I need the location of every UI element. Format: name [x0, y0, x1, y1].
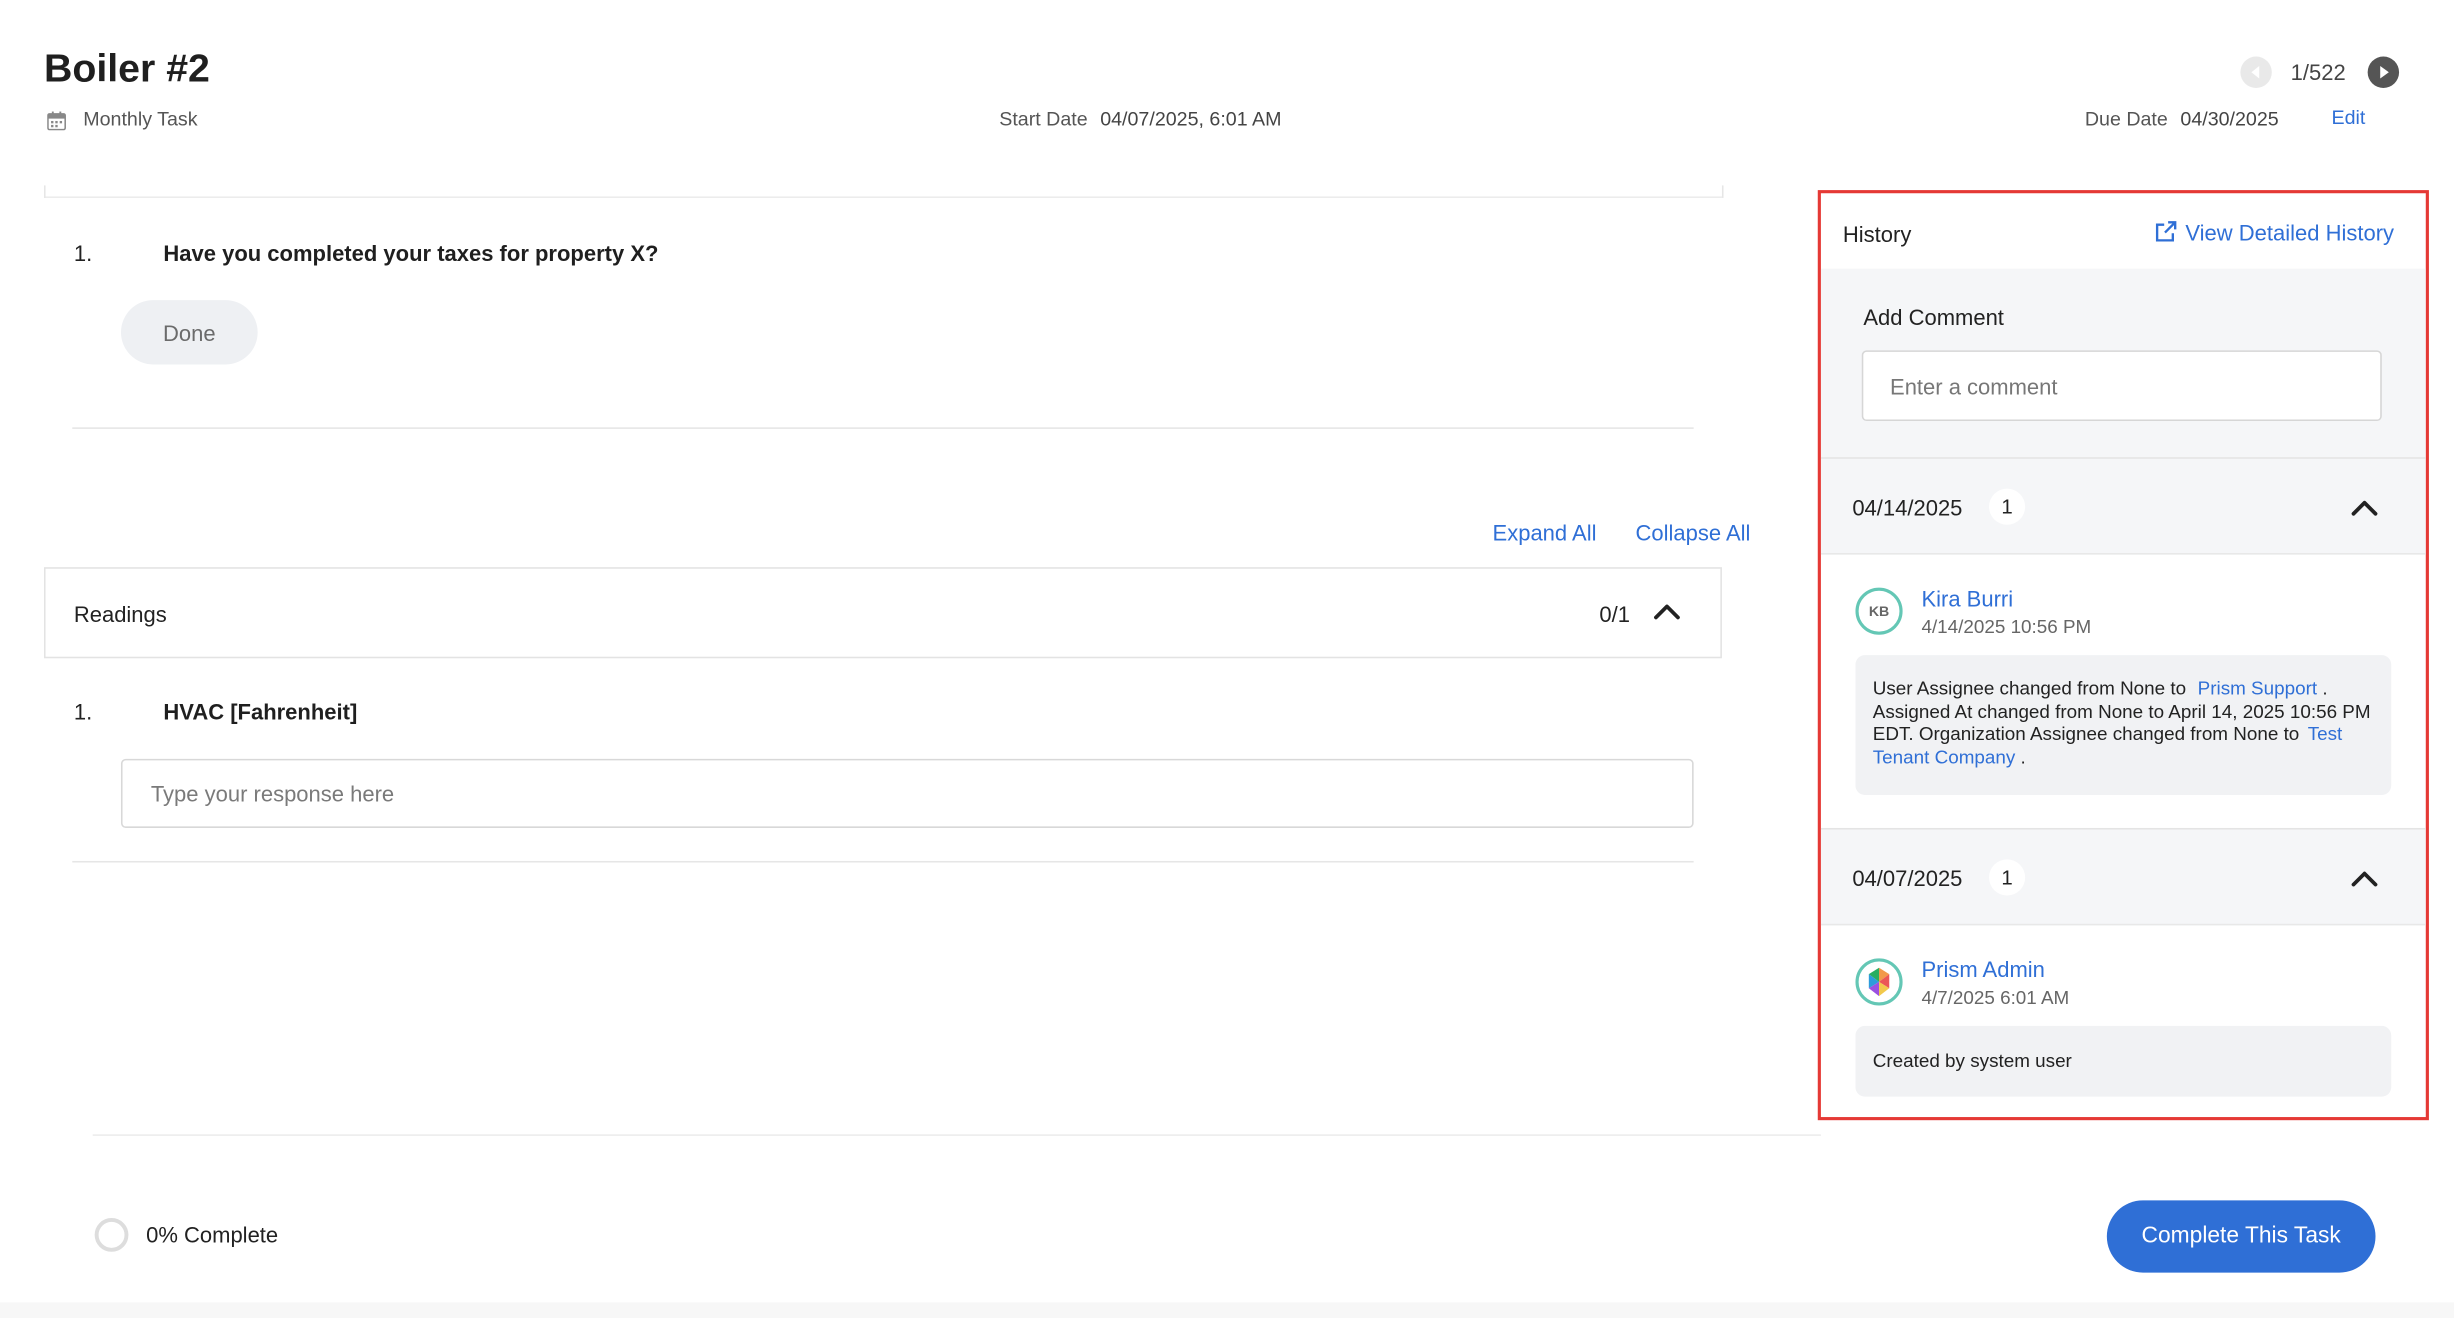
comment-input[interactable] [1861, 350, 2382, 422]
task-type: Monthly Task [83, 108, 198, 131]
question-text: Have you completed your taxes for proper… [163, 240, 659, 266]
calendar-icon [47, 110, 66, 138]
due-date-label: Due Date [2084, 108, 2168, 131]
history-timestamp: 4/14/2025 10:56 PM [1921, 615, 2092, 638]
history-message-text: User Assignee changed from None to [1872, 677, 2187, 700]
start-date: Start Date 04/07/2025, 6:01 AM [999, 108, 1281, 130]
prism-logo-icon [1868, 967, 1890, 997]
add-comment-label: Add Comment [1863, 304, 2004, 330]
history-group-header[interactable]: 04/14/2025 1 [1820, 457, 2426, 555]
reading-response-input[interactable] [120, 758, 1694, 828]
reading-label: HVAC [Fahrenheit] [163, 699, 358, 725]
section-left-edge [43, 185, 46, 198]
chevron-right-icon [2380, 65, 2389, 79]
due-date-value: 04/30/2025 [2180, 108, 2279, 131]
task-page: Boiler #2 Monthly Task Start Date 04/07/2… [0, 0, 2454, 1318]
section-right-edge [1721, 185, 1724, 198]
collapse-all-link[interactable]: Collapse All [1636, 520, 1751, 545]
history-group-count: 1 [1989, 859, 2026, 896]
next-task-button[interactable] [2367, 56, 2400, 88]
avatar: KB [1855, 587, 1903, 635]
avatar [1855, 958, 1903, 1006]
edit-link[interactable]: Edit [2332, 107, 2366, 129]
history-message-period: . [2322, 677, 2328, 700]
reading-number: 1. [73, 699, 93, 725]
history-message-period: . [2020, 745, 2026, 768]
bottom-bar [0, 1302, 2454, 1318]
progress-ring [94, 1217, 129, 1260]
chevron-up-icon[interactable] [2349, 867, 2380, 889]
history-message: User Assignee changed from None to Prism… [1855, 655, 2392, 795]
history-user-name[interactable]: Prism Admin [1921, 957, 2044, 982]
previous-task-button[interactable] [2240, 56, 2272, 88]
question-number: 1. [73, 240, 93, 266]
start-date-label: Start Date [999, 108, 1088, 131]
view-detailed-history-label: View Detailed History [2185, 219, 2395, 246]
pager-count: 1/522 [2290, 59, 2346, 85]
external-link-icon [2155, 221, 2177, 242]
history-group-date: 04/14/2025 [1852, 494, 1963, 521]
complete-task-button[interactable]: Complete This Task [2106, 1200, 2376, 1273]
history-message-text: Assigned At changed from None to April 1… [1872, 699, 2371, 745]
expand-all-link[interactable]: Expand All [1493, 520, 1597, 545]
history-group-date: 04/07/2025 [1852, 865, 1963, 891]
chevron-left-icon [2251, 65, 2260, 79]
history-message: Created by system user [1855, 1025, 2392, 1097]
add-comment-area: Add Comment [1820, 268, 2426, 458]
history-user-name[interactable]: Kira Burri [1921, 586, 2013, 611]
start-date-value: 04/07/2025, 6:01 AM [1100, 108, 1282, 131]
chevron-up-icon[interactable] [2349, 496, 2380, 518]
done-button[interactable]: Done [120, 300, 258, 365]
history-title: History [1842, 221, 1912, 247]
history-group-header[interactable]: 04/07/2025 1 [1820, 827, 2426, 926]
footer-divider [92, 1134, 1821, 1136]
chevron-up-icon[interactable] [1651, 600, 1682, 622]
readings-section-header[interactable]: Readings 0/1 [43, 567, 1722, 659]
view-detailed-history-link[interactable]: View Detailed History [2154, 220, 2394, 245]
due-date: Due Date 04/30/2025 [2085, 108, 2279, 130]
readings-title: Readings [73, 601, 167, 627]
assignee-link[interactable]: Prism Support [2198, 677, 2317, 699]
progress-label: 0% Complete [146, 1222, 279, 1248]
top-divider [43, 196, 1722, 198]
reading-divider [72, 860, 1694, 863]
page-title: Boiler #2 [43, 47, 210, 92]
history-panel: History View Detailed History Add Commen… [1817, 190, 2429, 1121]
question-divider [72, 427, 1694, 429]
readings-count: 0/1 [1599, 601, 1630, 627]
history-timestamp: 4/7/2025 6:01 AM [1921, 986, 2070, 1009]
history-group-count: 1 [1989, 488, 2026, 525]
